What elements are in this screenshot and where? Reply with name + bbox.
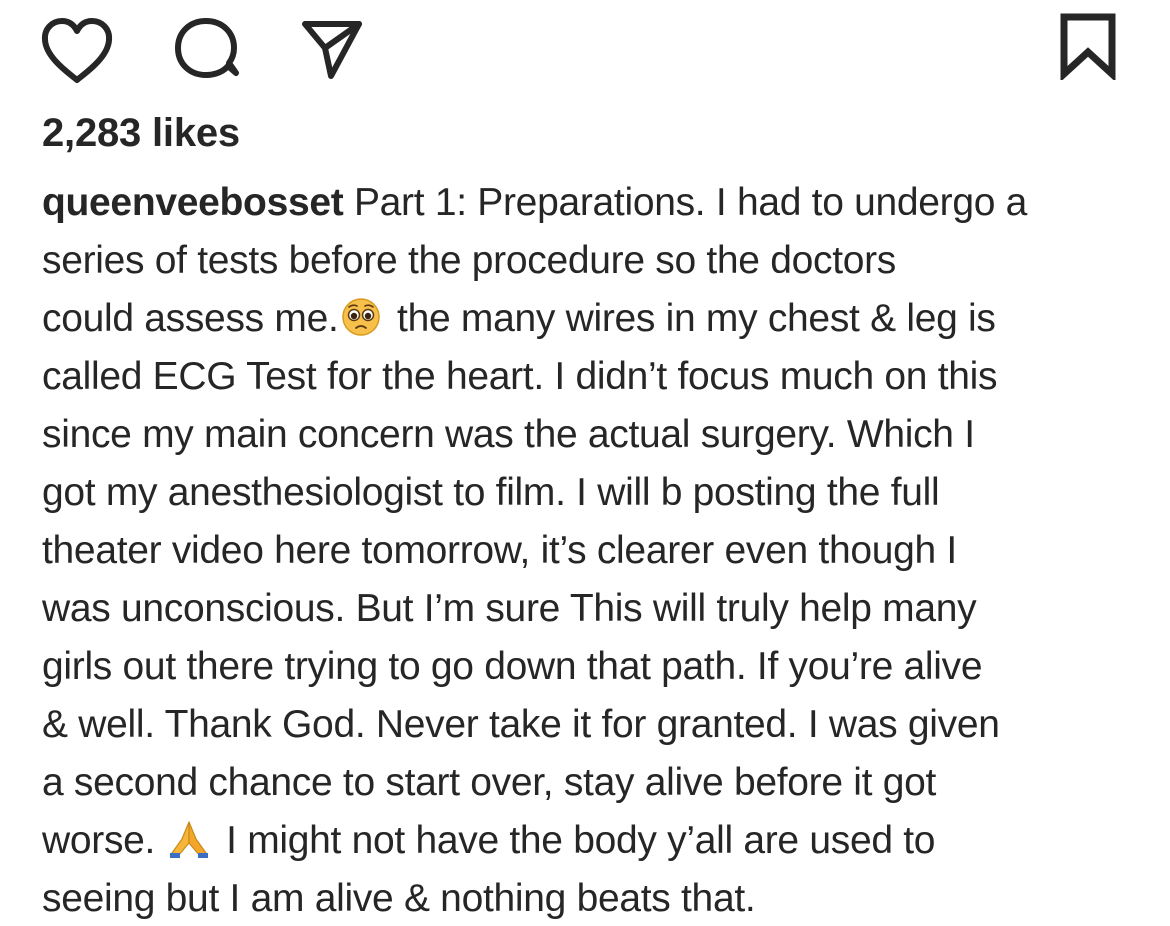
caption-text: could assess me. [42,297,339,340]
caption-line: called ECG Test for the heart. I didn’t … [42,355,998,398]
caption-text: Part 1: Preparations. I had to undergo a [343,181,1028,224]
post-caption: queenveebosset Part 1: Preparations. I h… [42,174,1142,926]
caption-line: got my anesthesiologist to film. I will … [42,471,940,514]
caption-line: girls out there trying to go down that p… [42,645,983,688]
paper-plane-icon[interactable] [300,18,364,82]
username-link[interactable]: queenveebosset [42,181,344,224]
caption-line: series of tests before the procedure so … [42,239,897,282]
bookmark-icon[interactable] [1058,12,1118,80]
caption-line: could assess me. the many wires in my ch… [42,290,1142,348]
likes-count[interactable]: 2,283 likes [42,111,240,156]
heart-icon[interactable] [40,18,114,84]
caption-line: a second chance to start over, stay aliv… [42,761,937,804]
caption-line: & well. Thank God. Never take it for gra… [42,703,1000,746]
comment-icon[interactable] [170,16,242,78]
caption-line: seeing but I am alive & nothing beats th… [42,877,756,920]
caption-line: worse. I might not have the body y’all a… [42,812,1142,870]
caption-line: since my main concern was the actual sur… [42,413,975,456]
caption-line: queenveebosset Part 1: Preparations. I h… [42,174,1142,232]
folded-hands-icon [168,818,210,876]
post-action-bar [0,0,1170,110]
caption-line: theater video here tomorrow, it’s cleare… [42,529,957,572]
caption-text: worse. [42,819,166,862]
caption-line: was unconscious. But I’m sure This will … [42,587,977,630]
caption-text: I might not have the body y’all are used… [215,819,936,862]
pleading-face-icon [341,296,381,354]
caption-text: the many wires in my chest & leg is [386,297,996,340]
